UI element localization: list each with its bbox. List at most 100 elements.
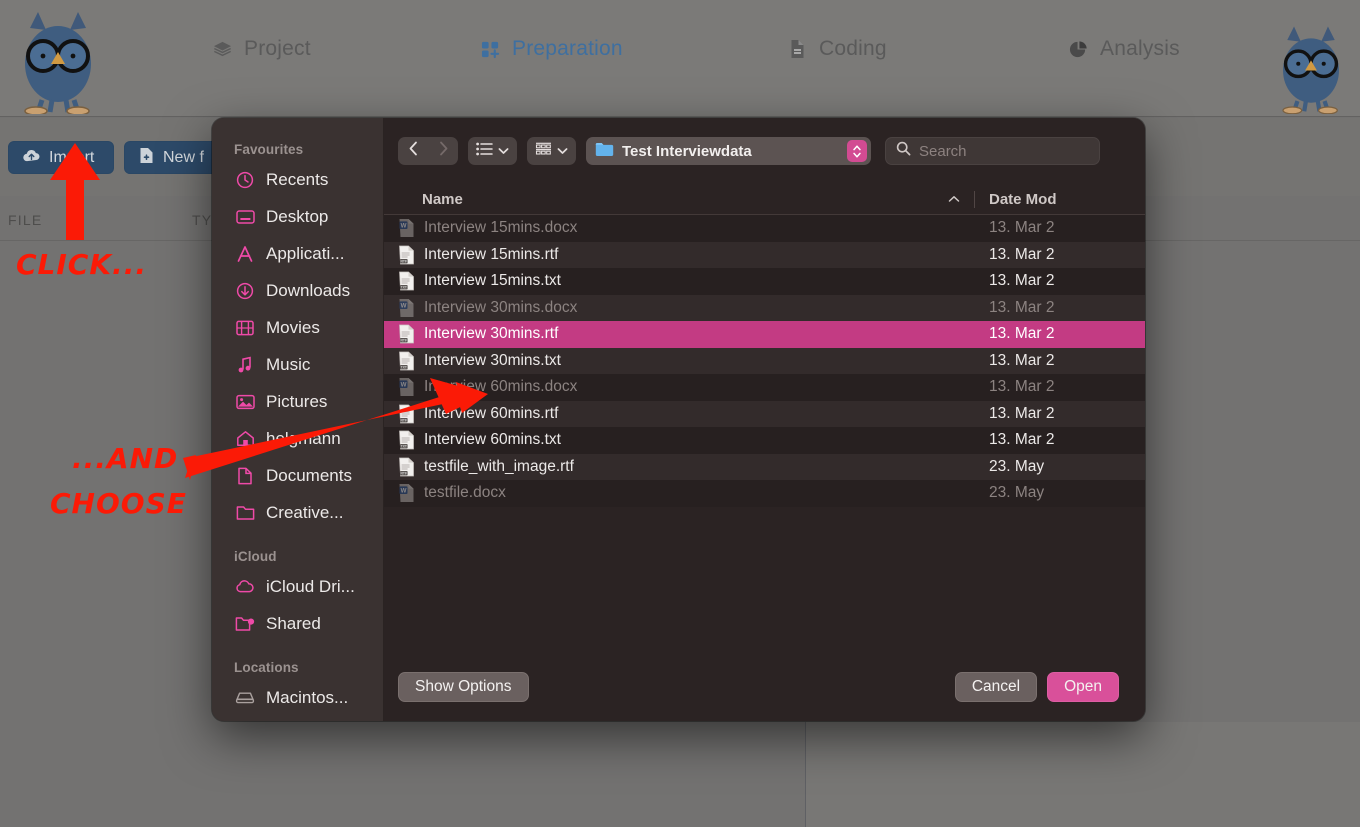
- hard-drive-icon: [234, 688, 256, 708]
- nav-tab-coding-label: Coding: [819, 37, 887, 60]
- sidebar-item-movies[interactable]: Movies: [212, 309, 383, 346]
- location-popup-button[interactable]: Test Interviewdata: [586, 137, 871, 165]
- annotation-choose: CHOOSE: [50, 487, 187, 520]
- cancel-button[interactable]: Cancel: [954, 672, 1038, 702]
- sidebar-group-favourites: Favourites: [234, 142, 304, 157]
- table-row[interactable]: TXT Interview 15mins.txt 13. Mar 2: [384, 268, 1145, 295]
- nav-tab-project[interactable]: Project: [212, 37, 311, 61]
- file-name-label: Interview 15mins.rtf: [424, 245, 559, 263]
- updown-stepper-icon[interactable]: [847, 140, 867, 162]
- list-view-icon: [476, 142, 493, 161]
- sidebar-item-icloud-drive[interactable]: iCloud Dri...: [212, 568, 383, 605]
- word-doc-icon: W: [398, 218, 415, 238]
- file-date-cell: 13. Mar 2: [989, 219, 1055, 237]
- table-row[interactable]: Wtestfile.docx 23. May: [384, 480, 1145, 507]
- file-date-cell: 23. May: [989, 484, 1045, 502]
- clock-icon: [234, 170, 256, 190]
- desktop-icon: [234, 207, 256, 227]
- dialog-sidebar[interactable]: Favourites Recents Desktop Applicati... …: [212, 118, 384, 721]
- file-date-cell: 13. Mar 2: [989, 272, 1055, 290]
- sidebar-item-shared[interactable]: Shared: [212, 605, 383, 642]
- sidebar-item-downloads[interactable]: Downloads: [212, 272, 383, 309]
- svg-text:RTF: RTF: [401, 471, 408, 475]
- file-name-cell: RTF Interview 30mins.rtf: [384, 324, 975, 344]
- table-row[interactable]: RTF Interview 30mins.rtf 13. Mar 2: [384, 321, 1145, 348]
- applications-icon: [234, 244, 256, 264]
- back-button[interactable]: [398, 137, 428, 165]
- file-list[interactable]: W Interview 15mins.docx 13. Mar 2 RTF Interv…: [384, 215, 1145, 653]
- nav-tab-analysis-label: Analysis: [1100, 37, 1180, 60]
- sidebar-item-desktop-label: Desktop: [266, 206, 329, 226]
- show-options-button[interactable]: Show Options: [398, 672, 529, 702]
- new-document-icon: [139, 147, 154, 169]
- sidebar-item-creative[interactable]: Creative...: [212, 494, 383, 531]
- view-mode-button[interactable]: [468, 137, 517, 165]
- table-row[interactable]: TXT Interview 60mins.txt 13. Mar 2: [384, 427, 1145, 454]
- sidebar-item-music-label: Music: [266, 354, 311, 374]
- chevron-down-icon: [498, 142, 509, 160]
- column-header-name[interactable]: Name: [384, 191, 974, 208]
- sidebar-item-home-label: helgmann: [266, 428, 341, 448]
- icon-view-icon: [535, 142, 552, 161]
- sidebar-item-downloads-label: Downloads: [266, 280, 351, 300]
- txt-file-icon: TXT: [398, 351, 415, 371]
- word-doc-icon: W: [398, 483, 415, 503]
- annotation-click: CLICK...: [16, 248, 147, 281]
- table-row[interactable]: RTF testfile_with_image.rtf 23. May: [384, 453, 1145, 480]
- table-row[interactable]: W Interview 30mins.docx 13. Mar 2: [384, 294, 1145, 321]
- grid-plus-icon: [480, 38, 500, 60]
- file-date-cell: 23. May: [989, 457, 1045, 475]
- sidebar-item-creative-label: Creative...: [266, 502, 344, 522]
- dialog-footer: Show Options Cancel Open: [384, 653, 1145, 721]
- table-row[interactable]: W Interview 15mins.docx 13. Mar 2: [384, 215, 1145, 242]
- shared-folder-icon: [234, 614, 256, 634]
- file-name-cell: RTF Interview 60mins.rtf: [384, 404, 975, 424]
- chevron-up-icon: [948, 192, 974, 206]
- svg-text:TXT: TXT: [401, 286, 407, 290]
- file-date-cell: 13. Mar 2: [989, 378, 1055, 396]
- sidebar-item-macintosh-hd[interactable]: Macintos...: [212, 679, 383, 716]
- column-header-name-label: Name: [422, 190, 463, 208]
- group-by-button[interactable]: [527, 137, 576, 165]
- sidebar-item-home[interactable]: helgmann: [212, 420, 383, 457]
- sidebar-group-icloud: iCloud: [234, 549, 277, 564]
- sidebar-item-applications-label: Applicati...: [266, 243, 345, 263]
- word-doc-icon: W: [398, 377, 415, 397]
- file-date-cell: 13. Mar 2: [989, 298, 1055, 316]
- sidebar-item-desktop[interactable]: Desktop: [212, 198, 383, 235]
- column-header-date-modified[interactable]: Date Mod: [975, 191, 1145, 208]
- background-vertical-divider: [805, 722, 806, 827]
- nav-tab-coding[interactable]: Coding: [787, 37, 887, 61]
- sidebar-item-music[interactable]: Music: [212, 346, 383, 383]
- nav-tab-analysis[interactable]: Analysis: [1068, 37, 1180, 61]
- cloud-upload-icon: [23, 148, 40, 168]
- table-row[interactable]: RTF Interview 60mins.rtf 13. Mar 2: [384, 400, 1145, 427]
- svg-text:W: W: [401, 488, 407, 495]
- sidebar-item-pictures-label: Pictures: [266, 391, 328, 411]
- sidebar-item-documents[interactable]: Documents: [212, 457, 383, 494]
- document-icon: [787, 38, 807, 60]
- search-input[interactable]: Search: [919, 143, 967, 160]
- table-row[interactable]: W Interview 60mins.docx 13. Mar 2: [384, 374, 1145, 401]
- download-icon: [234, 281, 256, 301]
- nav-tab-preparation[interactable]: Preparation: [480, 37, 623, 61]
- svg-text:RTF: RTF: [401, 339, 408, 343]
- cloud-icon: [234, 577, 256, 597]
- txt-file-icon: TXT: [398, 271, 415, 291]
- search-field[interactable]: Search: [885, 137, 1100, 165]
- chevron-down-icon: [557, 142, 568, 160]
- open-button[interactable]: Open: [1047, 672, 1119, 702]
- svg-text:TXT: TXT: [401, 445, 407, 449]
- sidebar-item-applications[interactable]: Applicati...: [212, 235, 383, 272]
- forward-button[interactable]: [428, 137, 458, 165]
- import-button[interactable]: Import: [8, 141, 114, 174]
- sidebar-item-pictures[interactable]: Pictures: [212, 383, 383, 420]
- svg-text:W: W: [401, 302, 407, 309]
- table-row[interactable]: RTF Interview 15mins.rtf 13. Mar 2: [384, 241, 1145, 268]
- file-name-label: testfile.docx: [424, 484, 506, 502]
- table-row[interactable]: TXT Interview 30mins.txt 13. Mar 2: [384, 347, 1145, 374]
- file-name-cell: RTF testfile_with_image.rtf: [384, 457, 975, 477]
- sidebar-item-recents[interactable]: Recents: [212, 161, 383, 198]
- svg-text:W: W: [401, 382, 407, 389]
